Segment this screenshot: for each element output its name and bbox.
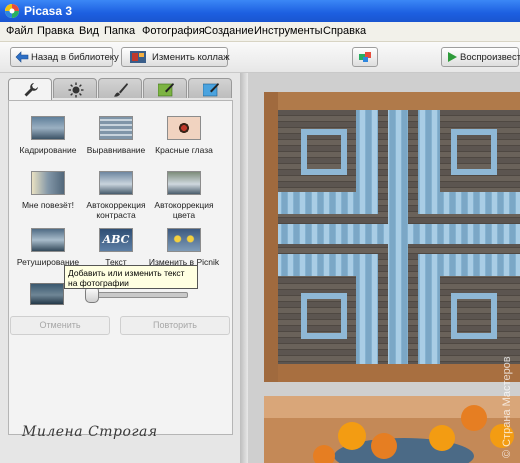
auto-contrast-thumbnail [99, 171, 133, 195]
retouch-tool[interactable]: Ретуширование [12, 228, 84, 267]
watermark-text: © Страна Мастеров [501, 356, 513, 458]
tab-basic-fixes[interactable] [8, 78, 52, 100]
straighten-tool[interactable]: Выравнивание [80, 116, 152, 155]
abc-text-icon: ABC [102, 233, 130, 246]
crop-thumbnail [31, 116, 65, 140]
panel-splitter[interactable] [240, 73, 248, 463]
lucky-thumbnail [31, 171, 65, 195]
play-slideshow-button[interactable]: Воспроизвести [441, 47, 520, 67]
window-title: Picasa 3 [24, 4, 73, 18]
edit-tabs [8, 78, 233, 100]
auto-contrast-tool[interactable]: Автокоррекция контраста [80, 171, 152, 220]
red-eye-tool[interactable]: Красные глаза [148, 116, 220, 155]
red-eye-thumbnail [167, 116, 201, 140]
author-signature: Милена Строгая [22, 424, 158, 440]
menu-edit[interactable]: Правка [37, 25, 74, 37]
photo-main [264, 92, 520, 382]
crop-tool[interactable]: Кадрирование [12, 116, 84, 155]
menu-folder[interactable]: Папка [104, 25, 135, 37]
auto-color-tool[interactable]: Автокоррекция цвета [148, 171, 220, 220]
tab-effects-2[interactable] [143, 78, 187, 98]
back-to-library-button[interactable]: Назад в библиотеку [10, 47, 119, 67]
menu-view[interactable]: Вид [79, 25, 99, 37]
menu-file[interactable]: Файл [6, 25, 33, 37]
menu-bar: Файл Правка Вид Папка Фотография Создани… [0, 22, 520, 42]
edit-in-picnik-tool[interactable]: Изменить в Picnik [148, 228, 220, 267]
picnik-thumbnail [167, 228, 201, 252]
photo-second [264, 396, 520, 463]
collage-icon [130, 51, 146, 63]
woven-basket-photo [264, 92, 520, 382]
back-arrow-icon [15, 51, 29, 63]
tab-tuning[interactable] [53, 78, 97, 98]
retouch-thumbnail [31, 228, 65, 252]
sun-icon [68, 82, 84, 98]
blue-brush-icon [203, 83, 219, 97]
share-button[interactable] [352, 47, 378, 67]
straighten-thumbnail [99, 116, 133, 140]
auto-color-thumbnail [167, 171, 201, 195]
tab-effects-3[interactable] [188, 78, 232, 98]
watermark: © Страна Мастеров [501, 356, 513, 458]
tab-effects[interactable] [98, 78, 142, 98]
title-bar: Picasa 3 [0, 0, 520, 22]
text-thumbnail: ABC [99, 228, 133, 252]
wrench-icon [24, 83, 38, 97]
brush-icon [114, 83, 128, 97]
toolbar: Назад в библиотеку Изменить коллаж Воспр… [0, 42, 520, 73]
menu-tools[interactable]: Инструменты [254, 25, 323, 37]
menu-photo[interactable]: Фотография [142, 25, 205, 37]
green-brush-icon [158, 83, 174, 97]
undo-button[interactable]: Отменить [10, 316, 110, 335]
slider-track[interactable] [90, 292, 188, 298]
menu-create[interactable]: Создание [204, 25, 254, 37]
play-icon [448, 52, 457, 62]
menu-help[interactable]: Справка [323, 25, 366, 37]
im-feeling-lucky-tool[interactable]: Мне повезёт! [12, 171, 84, 210]
oranges-photo [264, 396, 520, 463]
share-icon [359, 52, 371, 62]
tooltip: Добавить или изменить текст на фотографи… [64, 265, 198, 289]
redo-button[interactable]: Повторить [120, 316, 230, 335]
text-tool[interactable]: ABC Текст [80, 228, 152, 267]
edit-collage-button[interactable]: Изменить коллаж [121, 47, 230, 67]
text-preview-thumbnail [30, 283, 64, 305]
picasa-logo-icon [5, 4, 19, 18]
